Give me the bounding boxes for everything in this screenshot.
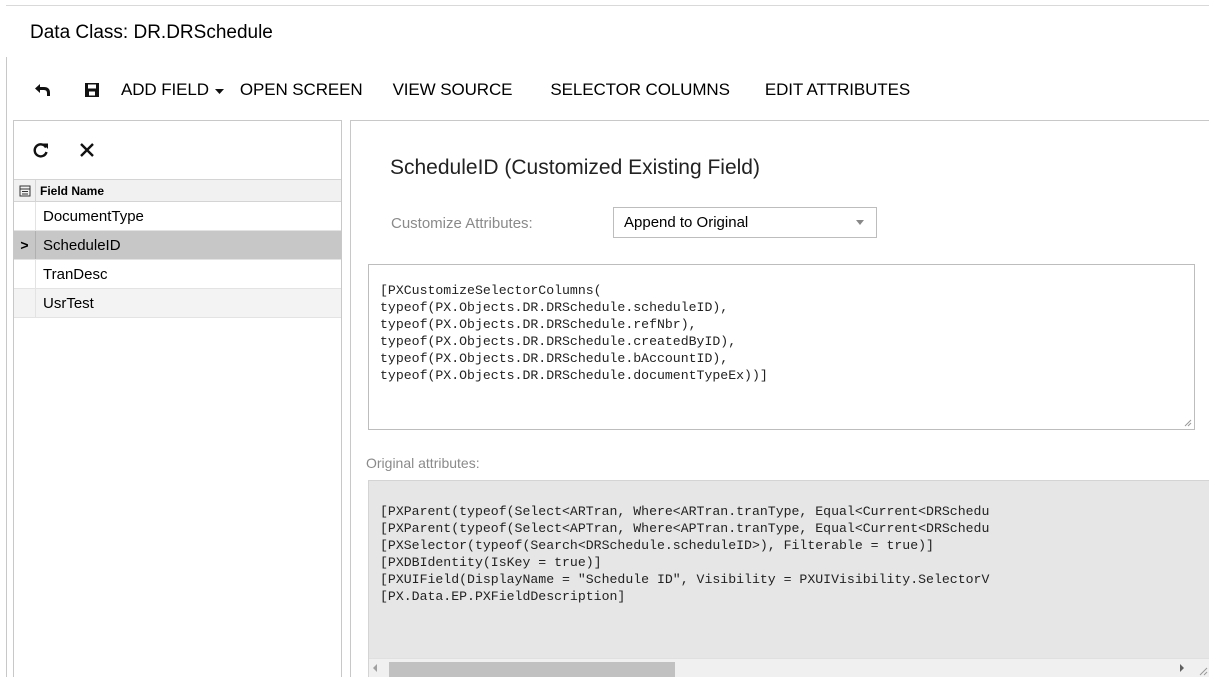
customize-attributes-label: Customize Attributes: [391,215,533,232]
selector-columns-button[interactable]: SELECTOR COLUMNS [550,80,730,100]
field-name-cell: ScheduleID [43,236,121,254]
original-attributes-label: Original attributes: [366,455,480,471]
field-name-cell: DocumentType [43,207,144,225]
column-chooser-icon[interactable] [14,180,36,201]
close-icon[interactable] [74,137,100,163]
edit-attributes-button[interactable]: EDIT ATTRIBUTES [765,80,910,100]
top-divider [6,5,1209,6]
scroll-right-icon[interactable] [1180,664,1184,672]
code-line: [PXCustomizeSelectorColumns( [380,283,602,298]
open-screen-button[interactable]: OPEN SCREEN [240,80,363,100]
field-name-header[interactable]: Field Name [36,184,104,198]
field-detail-panel: ScheduleID (Customized Existing Field) C… [350,120,1209,677]
row-marker [14,260,36,288]
refresh-icon[interactable] [28,137,54,163]
code-line: [PXUIField(DisplayName = "Schedule ID", … [380,572,990,587]
code-line: [PXSelector(typeof(Search<DRSchedule.sch… [380,538,934,553]
add-field-label: ADD FIELD [121,80,209,99]
field-title: ScheduleID (Customized Existing Field) [390,156,760,179]
customize-attributes-value: Append to Original [624,214,749,231]
field-name-cell: TranDesc [43,265,108,283]
row-marker [14,202,36,230]
field-name-cell: UsrTest [43,294,94,312]
undo-icon[interactable] [30,77,56,103]
page-title: Data Class: DR.DRSchedule [30,22,273,43]
code-line: typeof(PX.Objects.DR.DRSchedule.document… [380,368,768,383]
chevron-down-icon [856,220,864,225]
chevron-down-icon [214,80,224,100]
custom-attributes-editor[interactable]: [PXCustomizeSelectorColumns( typeof(PX.O… [368,264,1195,430]
code-line: typeof(PX.Objects.DR.DRSchedule.bAccount… [380,351,729,366]
save-icon[interactable] [79,77,105,103]
row-marker [14,289,36,317]
field-list-panel: Field Name DocumentType > ScheduleID Tra… [13,120,342,677]
scrollbar-thumb[interactable] [389,662,675,677]
scroll-left-icon[interactable] [373,664,377,672]
toolbar: ADD FIELD OPEN SCREEN VIEW SOURCE SELECT… [30,77,910,103]
grid-toolbar [14,121,341,179]
row-marker: > [14,231,36,259]
resize-grip-icon[interactable] [1184,419,1192,427]
code-line: [PXDBIdentity(IsKey = true)] [380,555,602,570]
grid-header: Field Name [14,179,341,202]
table-row[interactable]: UsrTest [14,289,341,318]
horizontal-scrollbar[interactable] [369,658,1194,677]
original-attributes-viewer: [PXParent(typeof(Select<ARTran, Where<AR… [368,480,1209,677]
add-field-button[interactable]: ADD FIELD [121,80,224,100]
table-row[interactable]: > ScheduleID [14,231,341,260]
resize-grip-icon[interactable] [1194,658,1209,677]
code-line: typeof(PX.Objects.DR.DRSchedule.createdB… [380,334,737,349]
left-divider [6,57,7,677]
view-source-button[interactable]: VIEW SOURCE [393,80,513,100]
customize-attributes-select[interactable]: Append to Original [613,207,877,238]
code-line: [PX.Data.EP.PXFieldDescription] [380,589,626,604]
code-line: typeof(PX.Objects.DR.DRSchedule.refNbr), [380,317,697,332]
code-line: typeof(PX.Objects.DR.DRSchedule.schedule… [380,300,729,315]
code-line: [PXParent(typeof(Select<APTran, Where<AP… [380,521,990,536]
table-row[interactable]: DocumentType [14,202,341,231]
table-row[interactable]: TranDesc [14,260,341,289]
code-line: [PXParent(typeof(Select<ARTran, Where<AR… [380,504,990,519]
